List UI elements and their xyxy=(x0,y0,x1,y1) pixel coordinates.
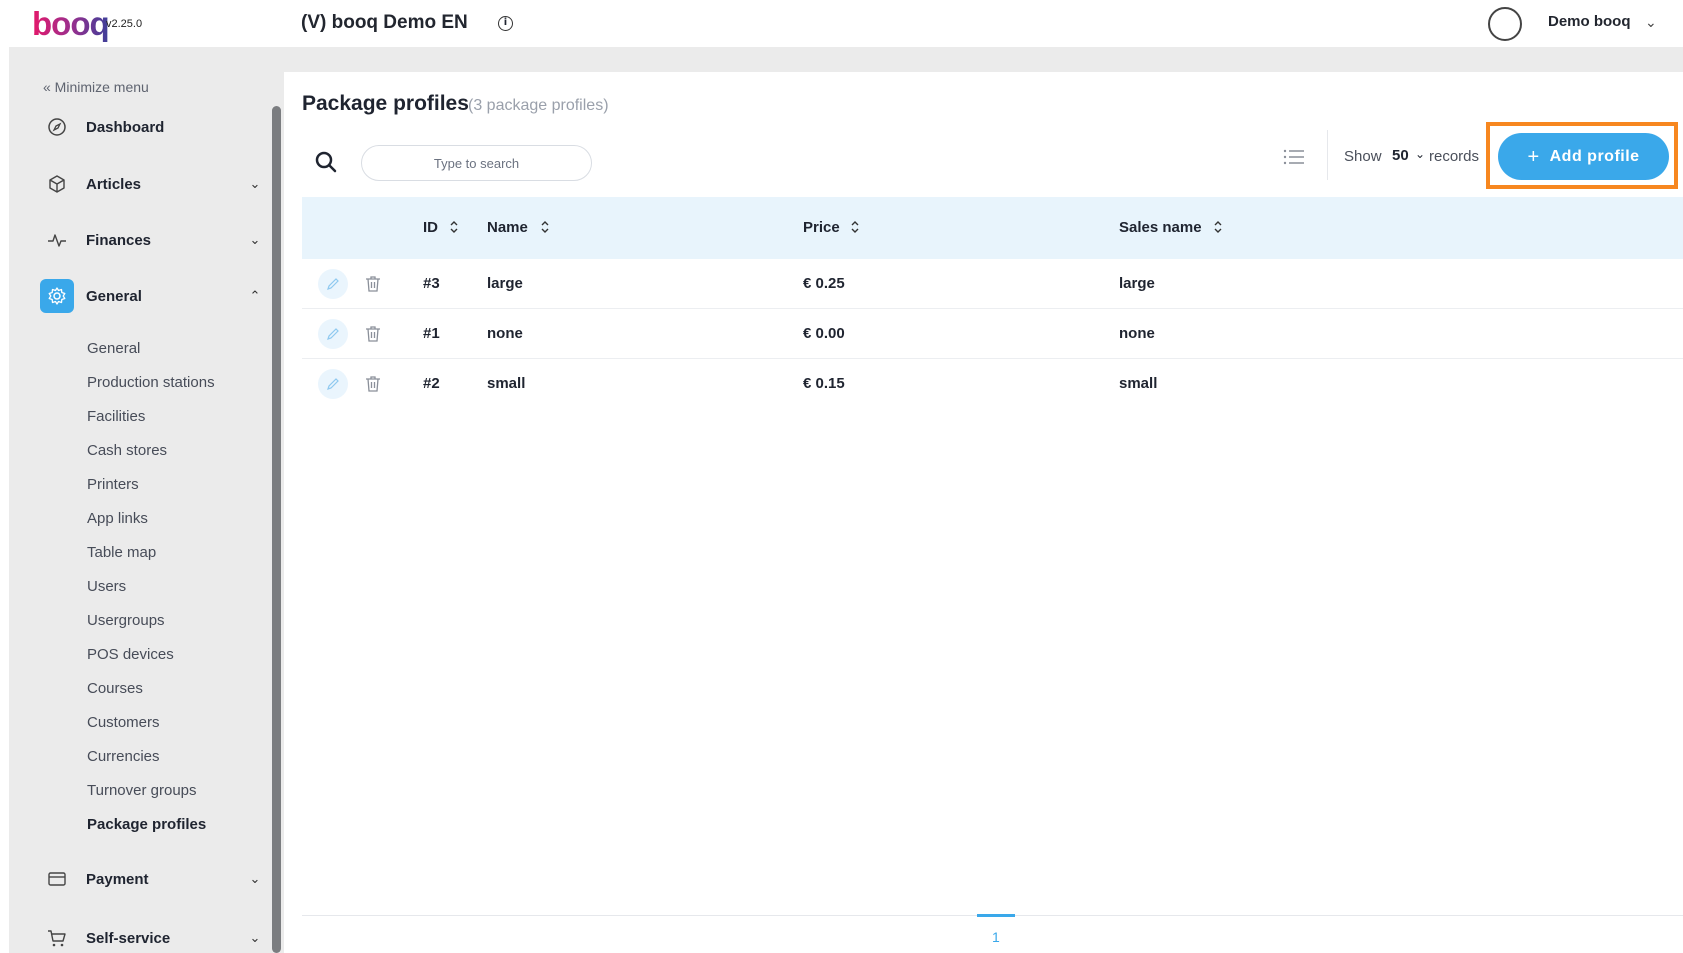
sidebar-item-finances[interactable]: Finances ⌄ xyxy=(40,225,265,255)
column-header-id[interactable]: ID xyxy=(423,219,438,236)
sidebar-subitem-courses[interactable]: Courses xyxy=(87,680,143,697)
sidebar-item-general[interactable]: General ⌃ xyxy=(40,279,265,313)
cart-icon xyxy=(40,921,74,953)
cell-price: € 0.15 xyxy=(803,375,845,392)
delete-button[interactable] xyxy=(363,323,383,345)
cell-price: € 0.00 xyxy=(803,325,845,342)
list-view-icon[interactable] xyxy=(1283,148,1305,171)
chevron-up-icon: ⌃ xyxy=(249,288,261,304)
sidebar-item-dashboard[interactable]: Dashboard xyxy=(40,112,265,142)
show-label: Show xyxy=(1344,148,1382,165)
sidebar-subitem-table-map[interactable]: Table map xyxy=(87,544,156,561)
sidebar-subitem-currencies[interactable]: Currencies xyxy=(87,748,160,765)
pagination-active-indicator xyxy=(977,914,1015,917)
sort-icon[interactable] xyxy=(449,218,459,236)
sidebar-subitem-production-stations[interactable]: Production stations xyxy=(87,374,215,391)
sidebar-subitem-general[interactable]: General xyxy=(87,340,140,357)
sidebar-item-payment[interactable]: Payment ⌄ xyxy=(40,864,265,894)
sidebar-item-articles[interactable]: Articles ⌄ xyxy=(40,169,265,199)
sidebar-subitem-turnover-groups[interactable]: Turnover groups xyxy=(87,782,197,799)
cell-id: #2 xyxy=(423,375,440,392)
cell-id: #1 xyxy=(423,325,440,342)
chevron-down-icon: ⌄ xyxy=(249,176,261,192)
delete-button[interactable] xyxy=(363,273,383,295)
booq-logo[interactable]: booq xyxy=(32,4,110,44)
sort-icon[interactable] xyxy=(1213,218,1223,236)
card-icon xyxy=(40,862,74,896)
search-input[interactable] xyxy=(361,145,592,181)
column-header-name[interactable]: Name xyxy=(487,219,528,236)
delete-button[interactable] xyxy=(363,373,383,395)
chevron-down-icon: ⌄ xyxy=(249,930,261,946)
add-profile-label: Add profile xyxy=(1549,147,1640,165)
cell-name: none xyxy=(487,325,523,342)
cell-name: small xyxy=(487,375,526,392)
sidebar-item-label: Articles xyxy=(86,175,142,193)
profile-count: (3 package profiles) xyxy=(468,97,609,114)
sidebar-subitem-cash-stores[interactable]: Cash stores xyxy=(87,442,167,459)
app-version: v2.25.0 xyxy=(106,18,143,30)
edit-button[interactable] xyxy=(318,319,348,349)
pencil-icon xyxy=(327,378,339,390)
cell-name: large xyxy=(487,275,523,292)
sidebar-item-label: Payment xyxy=(86,870,149,888)
add-profile-button[interactable]: + Add profile xyxy=(1498,133,1669,180)
sidebar-subitem-pos-devices[interactable]: POS devices xyxy=(87,646,174,663)
column-header-sales-name[interactable]: Sales name xyxy=(1119,219,1202,236)
avatar[interactable] xyxy=(1488,7,1522,41)
chevron-down-icon: ⌄ xyxy=(249,871,261,887)
sort-icon[interactable] xyxy=(540,218,550,236)
chevron-down-icon[interactable]: ⌄ xyxy=(1415,147,1425,161)
sidebar-subitem-app-links[interactable]: App links xyxy=(87,510,148,527)
info-icon[interactable]: i xyxy=(498,16,513,31)
cell-price: € 0.25 xyxy=(803,275,845,292)
top-bar: booq v2.25.0 (V) booq Demo EN i Demo boo… xyxy=(0,0,1683,47)
page-title: Package profiles xyxy=(302,92,469,115)
sidebar-item-label: Finances xyxy=(86,231,152,249)
search-icon[interactable] xyxy=(314,150,338,179)
sidebar-subitem-printers[interactable]: Printers xyxy=(87,476,139,493)
records-per-page-select[interactable]: 50 xyxy=(1392,147,1409,164)
edit-button[interactable] xyxy=(318,269,348,299)
pencil-icon xyxy=(327,328,339,340)
company-name: (V) booq Demo EN xyxy=(301,12,468,33)
box-icon xyxy=(40,167,74,201)
sidebar-subitem-usergroups[interactable]: Usergroups xyxy=(87,612,165,629)
compass-icon xyxy=(40,110,74,144)
chevron-down-icon[interactable]: ⌄ xyxy=(1645,14,1657,31)
page-number-button[interactable]: 1 xyxy=(992,929,1000,945)
records-label: records xyxy=(1429,148,1480,165)
trash-icon xyxy=(366,276,380,292)
pencil-icon xyxy=(327,278,339,290)
sidebar-item-label: General xyxy=(86,287,142,305)
user-name[interactable]: Demo booq xyxy=(1548,13,1631,30)
sidebar-subitem-package-profiles[interactable]: Package profiles xyxy=(87,816,206,833)
sidebar-subitem-facilities[interactable]: Facilities xyxy=(87,408,145,425)
sidebar-subitem-users[interactable]: Users xyxy=(87,578,126,595)
sidebar-subitem-customers[interactable]: Customers xyxy=(87,714,160,731)
cell-sales-name: small xyxy=(1119,375,1158,392)
sidebar-item-self-service[interactable]: Self-service ⌄ xyxy=(40,923,265,953)
sidebar-scrollbar[interactable] xyxy=(272,106,281,953)
cell-sales-name: large xyxy=(1119,275,1155,292)
chevron-down-icon: ⌄ xyxy=(249,232,261,248)
sidebar-item-label: Dashboard xyxy=(86,118,165,136)
toolbar-divider xyxy=(1327,130,1328,180)
sort-icon[interactable] xyxy=(850,218,860,236)
cell-sales-name: none xyxy=(1119,325,1155,342)
sidebar-item-label: Self-service xyxy=(86,929,171,947)
cell-id: #3 xyxy=(423,275,440,292)
column-header-price[interactable]: Price xyxy=(803,219,840,236)
gear-icon xyxy=(40,279,74,313)
trash-icon xyxy=(366,376,380,392)
pulse-icon xyxy=(40,223,74,257)
minimize-menu-button[interactable]: « Minimize menu xyxy=(43,79,149,95)
plus-icon: + xyxy=(1527,145,1540,168)
trash-icon xyxy=(366,326,380,342)
edit-button[interactable] xyxy=(318,369,348,399)
